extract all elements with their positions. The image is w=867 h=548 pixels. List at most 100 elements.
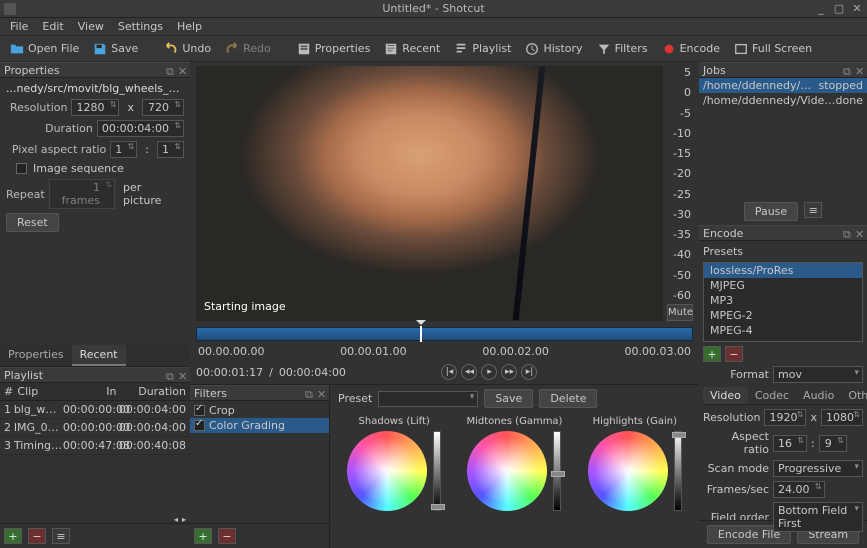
recent-button[interactable]: Recent [378,39,446,59]
menu-help[interactable]: Help [171,18,208,35]
filter-delete-button[interactable]: Delete [539,389,597,408]
menu-file[interactable]: File [4,18,34,35]
preset-item[interactable]: lossless/ProRes [704,263,862,278]
play-button[interactable]: ▸ [481,364,497,380]
encode-tab-video[interactable]: Video [703,387,748,404]
filter-enable-checkbox[interactable] [194,405,205,416]
table-row[interactable]: 1blg_wheels_...00:00:00:0000:00:04:00 [0,401,190,419]
panel-close-icon[interactable]: ✕ [855,65,865,75]
format-select[interactable]: mov [773,366,863,383]
panel-undock-icon[interactable]: ⧉ [166,370,176,380]
playlist-menu-button[interactable]: ≡ [52,528,70,544]
table-row[interactable]: 2IMG_0357.JPG00:00:00:0000:00:04:00 [0,419,190,437]
job-row[interactable]: /home/ddennedy/Videos/test.movdone [699,93,867,108]
jobs-menu-button[interactable]: ≡ [804,202,822,218]
panel-close-icon[interactable]: ✕ [178,370,188,380]
repeat-input[interactable]: 1 frames [49,179,115,209]
image-sequence-checkbox[interactable] [16,163,27,174]
redo-button[interactable]: Redo [219,39,277,59]
panel-undock-icon[interactable]: ⧉ [843,65,853,75]
encode-res-w-input[interactable]: 1920 [764,409,806,426]
encode-ar-b-input[interactable]: 9 [819,435,847,452]
reset-button[interactable]: Reset [6,213,59,232]
playlist-remove-button[interactable]: − [28,528,46,544]
save-button[interactable]: Save [87,39,144,59]
par-b-input[interactable]: 1 [157,141,184,158]
menu-settings[interactable]: Settings [112,18,169,35]
playlist-panel-header: Playlist ⧉✕ [0,367,190,383]
minimize-icon[interactable]: _ [815,3,827,15]
field-order-select[interactable]: Bottom Field First [773,502,863,532]
encode-res-h-input[interactable]: 1080 [821,409,863,426]
menu-view[interactable]: View [72,18,110,35]
preset-item[interactable]: MP3 [704,293,862,308]
preset-item[interactable]: MPEG-2 [704,308,862,323]
timeline-scrubber[interactable] [196,327,693,341]
rewind-button[interactable]: ◂◂ [461,364,477,380]
scroll-left-icon[interactable]: ◂ [174,515,178,523]
tab-recent[interactable]: Recent [72,345,126,366]
value-slider[interactable] [553,431,561,511]
jobs-pause-button[interactable]: Pause [744,202,798,221]
job-row[interactable]: /home/ddennedy/Videos/test.movstopped [699,78,867,93]
encode-presets-list[interactable]: lossless/ProResMJPEGMP3MPEG-2MPEG-4MPEG-… [703,262,863,342]
playhead[interactable] [420,326,422,342]
panel-close-icon[interactable]: ✕ [317,388,327,398]
preset-item[interactable]: MJPEG [704,278,862,293]
encode-tab-audio[interactable]: Audio [796,387,841,404]
close-icon[interactable]: ✕ [851,3,863,15]
tab-properties[interactable]: Properties [0,345,72,366]
preset-remove-button[interactable]: − [725,346,743,362]
color-wheel[interactable] [588,431,668,511]
fastfwd-button[interactable]: ▸▸ [501,364,517,380]
encode-tab-other[interactable]: Other [841,387,867,404]
filter-item[interactable]: Crop [190,403,329,418]
filters-button[interactable]: Filters [591,39,654,59]
skip-start-button[interactable]: |◂ [441,364,457,380]
par-a-input[interactable]: 1 [110,141,137,158]
encode-ar-a-input[interactable]: 16 [773,435,807,452]
properties-button[interactable]: Properties [291,39,377,59]
playlist-add-button[interactable]: + [4,528,22,544]
filters-panel-header: Filters ⧉✕ [190,385,329,401]
filter-save-button[interactable]: Save [484,389,533,408]
encode-button[interactable]: Encode [656,39,726,59]
video-preview[interactable]: Starting image [196,66,663,321]
panel-close-icon[interactable]: ✕ [855,228,865,238]
left-lower-tabs: Properties Recent [0,345,190,367]
color-wheel[interactable] [347,431,427,511]
fps-input[interactable]: 24.00 [773,481,825,498]
preset-item[interactable]: MPEG-4 [704,323,862,338]
filter-enable-checkbox[interactable] [194,420,205,431]
panel-close-icon[interactable]: ✕ [178,65,188,75]
filter-item[interactable]: Color Grading [190,418,329,433]
color-wheel[interactable] [467,431,547,511]
filter-preset-select[interactable] [378,391,478,407]
properties-panel-header: Properties ⧉✕ [0,62,190,78]
playlist-button[interactable]: Playlist [448,39,517,59]
mute-button[interactable]: Mute [667,304,693,321]
encode-tab-codec[interactable]: Codec [748,387,796,404]
preset-item[interactable]: MPEG-4-ASP [704,338,862,342]
undo-button[interactable]: Undo [158,39,217,59]
menu-edit[interactable]: Edit [36,18,69,35]
value-slider[interactable] [674,431,682,511]
skip-end-button[interactable]: ▸| [521,364,537,380]
panel-undock-icon[interactable]: ⧉ [843,228,853,238]
scan-mode-select[interactable]: Progressive [773,460,863,477]
value-slider[interactable] [433,431,441,511]
filter-add-button[interactable]: + [194,528,212,544]
panel-undock-icon[interactable]: ⧉ [305,388,315,398]
history-button[interactable]: History [519,39,588,59]
resolution-width-input[interactable]: 1280 [71,99,119,116]
open-file-button[interactable]: Open File [4,39,85,59]
resolution-height-input[interactable]: 720 [142,99,184,116]
table-row[interactable]: 3Timing Testsl...00:00:47:0800:00:40:08 [0,437,190,455]
panel-undock-icon[interactable]: ⧉ [166,65,176,75]
duration-input[interactable]: 00:00:04:00 [97,120,184,137]
preset-add-button[interactable]: + [703,346,721,362]
maximize-icon[interactable]: ▢ [833,3,845,15]
scroll-right-icon[interactable]: ▸ [182,515,186,523]
fullscreen-button[interactable]: Full Screen [728,39,818,59]
filter-remove-button[interactable]: − [218,528,236,544]
